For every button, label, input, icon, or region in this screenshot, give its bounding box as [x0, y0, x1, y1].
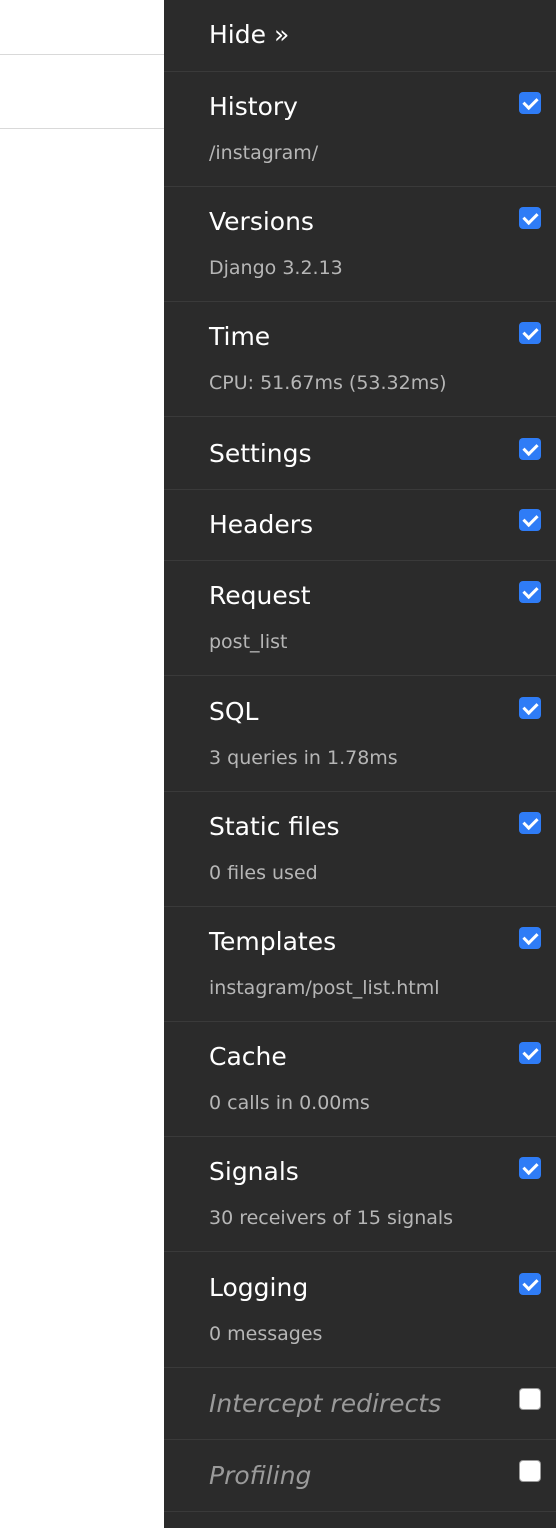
panel-toggle-checkbox[interactable] — [519, 581, 541, 603]
panel-toggle-checkbox[interactable] — [519, 92, 541, 114]
hide-toolbar-link[interactable]: Hide » — [209, 20, 289, 49]
panel-title[interactable]: Request — [209, 581, 311, 610]
panel-sql[interactable]: SQL 3 queries in 1.78ms — [164, 677, 556, 792]
panel-toggle-checkbox[interactable] — [519, 1460, 541, 1482]
toolbar-header: Hide » — [164, 0, 556, 72]
panel-toggle-checkbox[interactable] — [519, 322, 541, 344]
debug-toolbar: Hide » History /instagram/ Versions Djan… — [164, 0, 556, 1528]
panel-subtitle: /instagram/ — [209, 142, 319, 164]
panel-title: Intercept redirects — [209, 1389, 442, 1418]
panel-toggle-checkbox[interactable] — [519, 697, 541, 719]
panel-toggle-checkbox[interactable] — [519, 207, 541, 229]
panel-title[interactable]: Templates — [209, 927, 336, 956]
panel-title[interactable]: Headers — [209, 510, 313, 539]
panel-settings[interactable]: Settings — [164, 418, 556, 490]
panel-toggle-checkbox[interactable] — [519, 1388, 541, 1410]
panel-toggle-checkbox[interactable] — [519, 812, 541, 834]
panel-time[interactable]: Time CPU: 51.67ms (53.32ms) — [164, 302, 556, 417]
panel-toggle-checkbox[interactable] — [519, 438, 541, 460]
page-content-area — [0, 0, 164, 1528]
panel-cache[interactable]: Cache 0 calls in 0.00ms — [164, 1022, 556, 1137]
panel-history[interactable]: History /instagram/ — [164, 72, 556, 187]
panel-headers[interactable]: Headers — [164, 489, 556, 561]
panel-subtitle: 0 calls in 0.00ms — [209, 1092, 370, 1114]
divider — [0, 128, 164, 129]
panel-toggle-checkbox[interactable] — [519, 1042, 541, 1064]
panel-title[interactable]: Settings — [209, 439, 312, 468]
panel-intercept-redirects[interactable]: Intercept redirects — [164, 1368, 556, 1440]
panel-toggle-checkbox[interactable] — [519, 1273, 541, 1295]
panel-title[interactable]: Logging — [209, 1273, 308, 1302]
panel-subtitle: 3 queries in 1.78ms — [209, 747, 398, 769]
panel-profiling[interactable]: Profiling — [164, 1440, 556, 1512]
panel-title[interactable]: Cache — [209, 1042, 287, 1071]
panel-static-files[interactable]: Static files 0 files used — [164, 792, 556, 907]
divider — [0, 54, 164, 55]
panel-versions[interactable]: Versions Django 3.2.13 — [164, 187, 556, 302]
panel-title[interactable]: SQL — [209, 697, 258, 726]
panel-title[interactable]: Versions — [209, 207, 314, 236]
panel-request[interactable]: Request post_list — [164, 561, 556, 676]
panel-title[interactable]: Time — [209, 322, 270, 351]
panel-title[interactable]: Static files — [209, 812, 340, 841]
panel-templates[interactable]: Templates instagram/post_list.html — [164, 907, 556, 1022]
panel-subtitle: Django 3.2.13 — [209, 257, 343, 279]
panel-subtitle: post_list — [209, 631, 288, 653]
panel-logging[interactable]: Logging 0 messages — [164, 1253, 556, 1368]
panel-title: Profiling — [209, 1461, 312, 1490]
panel-subtitle: instagram/post_list.html — [209, 977, 440, 999]
panel-title[interactable]: Signals — [209, 1157, 299, 1186]
panel-signals[interactable]: Signals 30 receivers of 15 signals — [164, 1137, 556, 1252]
panel-subtitle: 30 receivers of 15 signals — [209, 1207, 454, 1229]
panel-toggle-checkbox[interactable] — [519, 927, 541, 949]
panel-subtitle: 0 files used — [209, 862, 318, 884]
panel-subtitle: 0 messages — [209, 1323, 323, 1345]
panel-toggle-checkbox[interactable] — [519, 509, 541, 531]
panel-subtitle: CPU: 51.67ms (53.32ms) — [209, 372, 447, 394]
panel-toggle-checkbox[interactable] — [519, 1157, 541, 1179]
panel-title[interactable]: History — [209, 92, 298, 121]
